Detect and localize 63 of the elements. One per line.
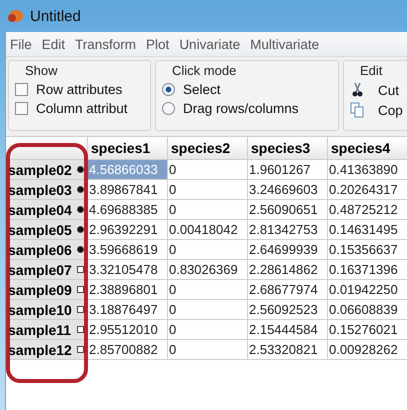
table-cell: 2.56090651	[248, 200, 328, 220]
group-title: Show	[24, 63, 59, 78]
table-cell: 2.96392291	[88, 220, 168, 240]
table-cell: 0	[168, 200, 248, 220]
table-cell: 0	[168, 180, 248, 200]
table-cell: 0	[168, 340, 248, 360]
table-cell: 2.85700882	[88, 340, 168, 360]
table-cell: 2.64699939	[248, 240, 328, 260]
table-cell: 0	[168, 320, 248, 340]
checkbox-option[interactable]: Column attribut	[15, 101, 144, 116]
table-cell: 2.15444584	[248, 320, 328, 340]
menu-item[interactable]: Edit	[42, 36, 66, 52]
menu-item[interactable]: Multivariate	[250, 36, 320, 52]
table-cell: 0	[168, 160, 248, 180]
group-title: Edit	[359, 63, 384, 78]
radio-option[interactable]: Select	[162, 82, 332, 97]
table-cell: 4.69688385	[88, 200, 168, 220]
table-cell: 2.95512010	[88, 320, 168, 340]
window-title: Untitled	[30, 8, 81, 24]
checkbox-option[interactable]: Row attributes	[15, 82, 144, 97]
row-name: sample03	[8, 182, 72, 198]
table-cell: 3.24669603	[248, 180, 328, 200]
row-name: sample10	[8, 302, 72, 318]
table-cell: 0	[168, 280, 248, 300]
row-name: sample09	[8, 282, 72, 298]
copy-icon	[350, 102, 364, 118]
column-header[interactable]: species4	[328, 137, 407, 160]
table-cell: 2.56092523	[248, 300, 328, 320]
table-cell: 3.32105478	[88, 260, 168, 280]
table-cell: 2.81342753	[248, 220, 328, 240]
row-name: sample02	[8, 162, 72, 178]
menu-item[interactable]: Plot	[146, 36, 170, 52]
table-cell: 2.68677974	[248, 280, 328, 300]
table-cell: 0	[168, 240, 248, 260]
table-cell: 0.83026369	[168, 260, 248, 280]
menu-item[interactable]: File	[10, 36, 32, 52]
radio-option[interactable]: Drag rows/columns	[162, 101, 332, 116]
table-cell: 3.89867841	[88, 180, 168, 200]
scissors-icon	[350, 82, 364, 98]
column-header[interactable]: species2	[168, 137, 248, 160]
table-cell: 2.38896801	[88, 280, 168, 300]
row-name: sample07	[8, 262, 72, 278]
table-cell: 0.00418042	[168, 220, 248, 240]
menu-item[interactable]: Transform	[75, 36, 136, 52]
edit-action[interactable]: Cut	[350, 82, 407, 98]
column-header[interactable]: species1	[88, 137, 168, 160]
row-name: sample05	[8, 222, 72, 238]
table-cell: 2.28614862	[248, 260, 328, 280]
edit-action[interactable]: Cop	[350, 102, 407, 118]
group-title: Click mode	[171, 63, 238, 78]
row-name: sample11	[8, 322, 72, 338]
row-name: sample06	[8, 242, 72, 258]
table-cell: 4.56866033	[88, 160, 168, 180]
table-cell: 0	[168, 300, 248, 320]
table-cell: 2.53320821	[248, 340, 328, 360]
app-icon	[6, 8, 24, 24]
row-name: sample04	[8, 202, 72, 218]
table-cell: 1.9601267	[248, 160, 328, 180]
row-name: sample12	[8, 342, 72, 358]
table-cell: 3.59668619	[88, 240, 168, 260]
column-header[interactable]: species3	[248, 137, 328, 160]
table-cell: 3.18876497	[88, 300, 168, 320]
menu-item[interactable]: Univariate	[179, 36, 240, 52]
